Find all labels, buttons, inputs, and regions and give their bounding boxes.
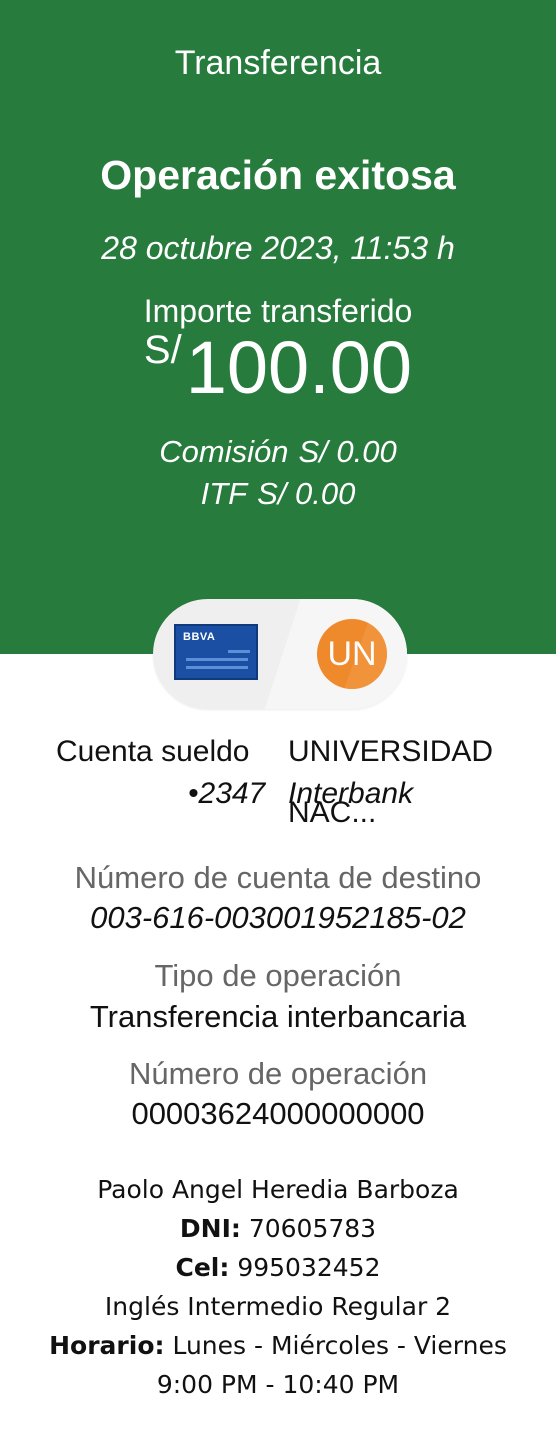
itf-row: ITF S/ 0.00 [0, 476, 556, 512]
note-cel: Cel: 995032452 [0, 1248, 556, 1287]
cel-label: Cel: [175, 1253, 230, 1282]
destination-account-value: 003-616-003001952185-02 [90, 900, 466, 935]
destination-account-label: Número de cuenta de destino [74, 860, 482, 895]
commission-value: S/ 0.00 [298, 434, 397, 469]
dni-label: DNI: [179, 1214, 241, 1243]
operation-number-value: 00003624000000000 [131, 1096, 425, 1131]
operation-number-label: Número de operación [128, 1056, 428, 1091]
origin-account-name: Cuenta sueldo [56, 735, 250, 768]
screen-title: Transferencia [174, 44, 382, 82]
transfer-route-pill: BBVA UN [153, 599, 407, 709]
note-course: Inglés Intermedio Regular 2 [104, 1292, 452, 1321]
note-name: Paolo Angel Heredia Barboza [97, 1175, 459, 1204]
destination-initials: UN [327, 635, 377, 673]
operation-type-label: Tipo de operación [154, 958, 402, 993]
itf-value: S/ 0.00 [257, 476, 356, 511]
note-schedule: Horario: Lunes - Miércoles - Viernes [0, 1326, 556, 1365]
operation-status: Operación exitosa [100, 152, 456, 198]
note-time: 9:00 PM - 10:40 PM [156, 1370, 400, 1399]
operation-datetime: 28 octubre 2023, 11:53 h [101, 230, 455, 266]
itf-label: ITF [200, 476, 248, 511]
destination-bank: Interbank [288, 777, 414, 810]
dni-value: 70605783 [248, 1214, 377, 1243]
bbva-card-icon: BBVA [174, 624, 258, 680]
destination-name: UNIVERSIDAD [288, 735, 494, 768]
note-dni: DNI: 70605783 [0, 1209, 556, 1248]
commission-label: Comisión [159, 434, 289, 469]
transfer-amount: S/100.00 [0, 325, 556, 410]
schedule-days: Lunes - Miércoles - Viernes [172, 1331, 507, 1360]
schedule-label: Horario: [49, 1331, 165, 1360]
card-brand: BBVA [183, 631, 216, 643]
destination-badge: UN [317, 619, 387, 689]
success-header: Transferencia Operación exitosa 28 octub… [0, 0, 556, 654]
operation-type-value: Transferencia interbancaria [89, 999, 467, 1034]
currency-symbol: S/ [143, 328, 182, 372]
added-notes: Paolo Angel Heredia Barboza DNI: 7060578… [0, 1170, 556, 1404]
cel-value: 995032452 [237, 1253, 381, 1282]
commission-row: Comisión S/ 0.00 [0, 434, 556, 470]
amount-value: 100.00 [185, 326, 413, 409]
origin-account-number: •2347 [188, 777, 266, 810]
